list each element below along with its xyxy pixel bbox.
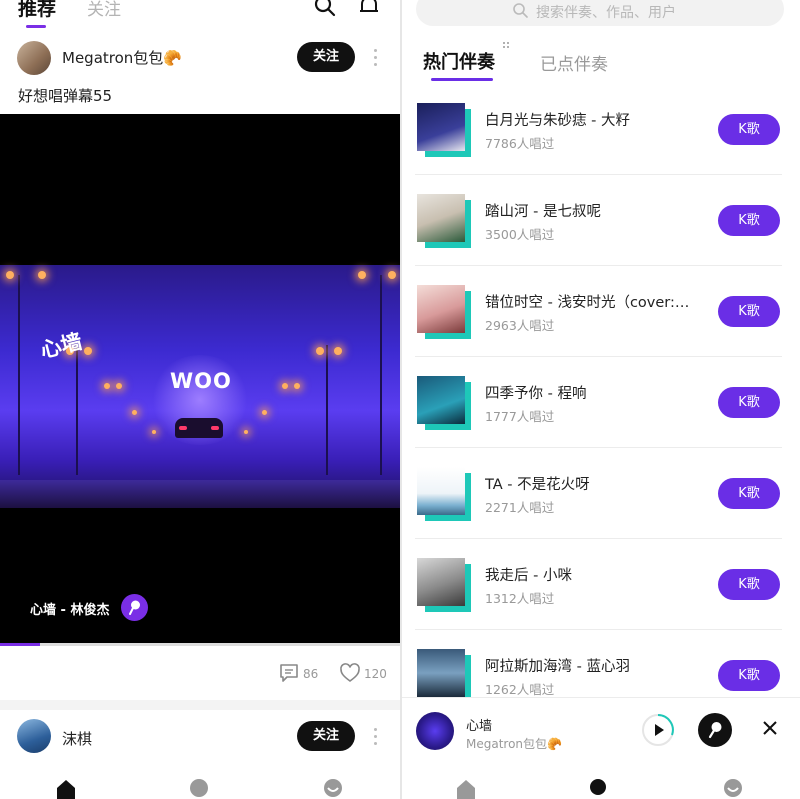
post-actions: 86 120 [0,662,400,686]
song-count: 7786人唱过 [485,136,555,151]
comment-count: 86 [303,667,319,681]
karaoke-panel: 搜索伴奏、作品、用户 热门伴奏 已点伴奏 白月光与朱砂痣 - 大籽 7786人唱… [402,0,800,799]
karaoke-button[interactable]: K歌 [718,478,780,509]
album-cover [417,467,472,521]
album-cover [417,103,472,157]
search-bar[interactable]: 搜索伴奏、作品、用户 [416,0,784,26]
discover-icon[interactable] [588,777,610,799]
karaoke-button[interactable]: K歌 [718,114,780,145]
song-count: 1262人唱过 [485,682,555,697]
album-cover [417,194,472,248]
list-item[interactable]: 白月光与朱砂痣 - 大籽 7786人唱过 K歌 [402,84,800,175]
album-cover [417,285,472,339]
drag-handle-icon [503,42,511,50]
karaoke-button[interactable]: K歌 [718,205,780,236]
profile-icon[interactable] [722,777,744,799]
heart-icon[interactable] [339,662,361,684]
song-title: 阿拉斯加海湾 - 蓝心羽 [485,659,630,675]
video-progress-fill [0,643,40,646]
profile-icon[interactable] [322,777,344,799]
video-progress[interactable] [0,643,400,646]
video-player[interactable]: WOO 心墙 心墙 - 林俊杰 [0,114,400,645]
post-header-2: 沫棋 关注 [0,716,400,760]
play-icon[interactable] [641,713,675,747]
search-placeholder: 搜索伴奏、作品、用户 [536,5,676,21]
post-caption: 好想唱弹幕55 [18,87,113,105]
post-username-2[interactable]: 沫棋 [62,728,92,749]
song-title: TA - 不是花火呀 [485,477,590,493]
tab-hot-accompaniment[interactable]: 热门伴奏 [423,48,495,74]
tab-active-indicator [431,78,493,81]
song-count: 1777人唱过 [485,409,555,424]
mini-player[interactable]: 心墙 Megatron包包🥐 [402,697,800,763]
album-cover [417,649,472,703]
song-title: 白月光与朱砂痣 - 大籽 [485,113,630,129]
tab-active-indicator [26,25,46,28]
karaoke-button[interactable]: K歌 [718,296,780,327]
karaoke-button[interactable]: K歌 [718,569,780,600]
post-header: Megatron包包🥐 关注 [0,38,400,78]
song-title: 四季予你 - 程响 [485,386,587,402]
player-user: Megatron包包🥐 [466,737,562,751]
karaoke-button[interactable]: K歌 [718,660,780,691]
search-icon[interactable] [313,0,337,18]
avatar[interactable] [17,41,51,75]
comment-icon[interactable] [278,662,300,684]
home-icon[interactable] [455,777,477,799]
microphone-icon[interactable] [698,713,732,747]
video-text-woo: WOO [170,369,232,393]
song-list: 白月光与朱砂痣 - 大籽 7786人唱过 K歌 踏山河 - 是七叔呢 3500人… [402,84,800,721]
album-cover [417,376,472,430]
home-icon[interactable] [55,777,77,799]
follow-button-2[interactable]: 关注 [297,721,355,751]
tab-recommend[interactable]: 推荐 [18,0,56,21]
close-icon[interactable] [762,720,778,736]
song-tag[interactable]: 心墙 - 林俊杰 [30,599,109,618]
microphone-icon[interactable] [121,594,148,621]
album-cover [417,558,472,612]
bottom-nav [402,770,800,799]
avatar[interactable] [17,719,51,753]
discover-icon[interactable] [188,777,210,799]
search-icon [513,3,528,18]
song-count: 3500人唱过 [485,227,555,242]
song-title: 错位时空 - 浅安时光（cover:… [485,295,690,311]
song-count: 2271人唱过 [485,500,555,515]
post-username[interactable]: Megatron包包🥐 [62,47,182,68]
video-scene: WOO 心墙 [0,265,400,508]
feed-separator [0,700,400,710]
follow-button[interactable]: 关注 [297,42,355,72]
list-item[interactable]: 踏山河 - 是七叔呢 3500人唱过 K歌 [402,175,800,266]
bottom-nav [0,770,400,799]
list-item[interactable]: 四季予你 - 程响 1777人唱过 K歌 [402,357,800,448]
feed-panel: 推荐 关注 Megatron包包🥐 关注 好想唱弹幕55 WOO 心墙 心墙 -… [0,0,400,799]
tab-following[interactable]: 关注 [87,0,121,20]
song-title: 我走后 - 小咪 [485,568,572,584]
player-cover [416,712,454,750]
list-item[interactable]: TA - 不是花火呀 2271人唱过 K歌 [402,448,800,539]
song-count: 2963人唱过 [485,318,555,333]
song-count: 1312人唱过 [485,591,555,606]
song-title: 踏山河 - 是七叔呢 [485,204,601,220]
more-icon[interactable] [372,49,378,69]
list-item[interactable]: 我走后 - 小咪 1312人唱过 K歌 [402,539,800,630]
like-count: 120 [364,667,387,681]
more-icon[interactable] [372,728,378,748]
list-item[interactable]: 错位时空 - 浅安时光（cover:… 2963人唱过 K歌 [402,266,800,357]
bell-icon[interactable] [357,0,381,18]
player-title: 心墙 [466,719,493,734]
tab-requested-accompaniment[interactable]: 已点伴奏 [540,50,608,75]
karaoke-button[interactable]: K歌 [718,387,780,418]
top-nav: 推荐 关注 [0,0,400,28]
